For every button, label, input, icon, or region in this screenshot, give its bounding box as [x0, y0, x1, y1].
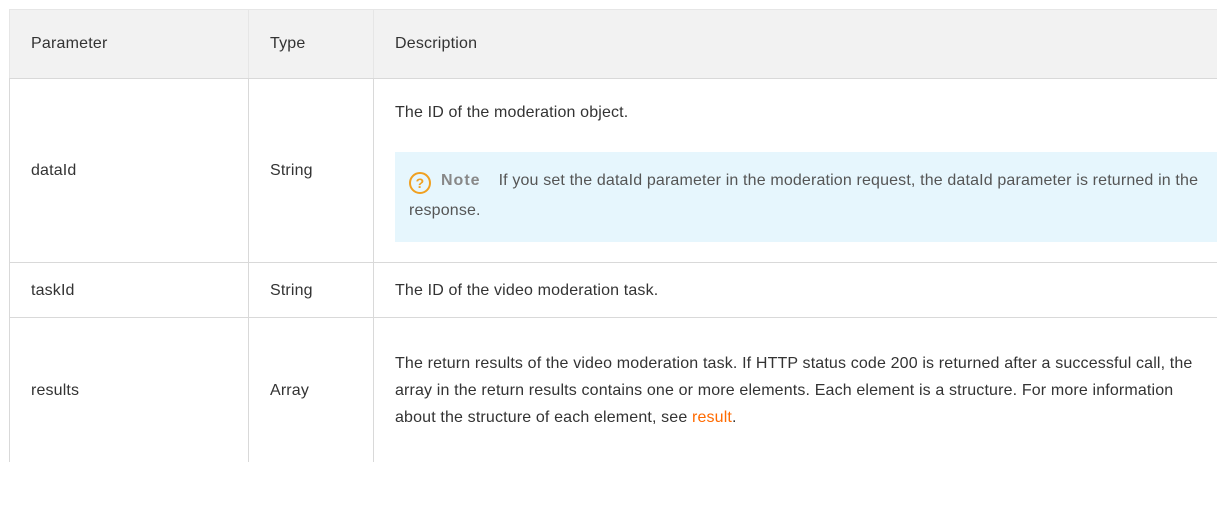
note-text: If you set the dataId parameter in the m…: [409, 172, 1199, 219]
cell-description: The return results of the video moderati…: [373, 317, 1217, 462]
table-row: taskId String The ID of the video modera…: [9, 262, 1217, 318]
description-end: .: [732, 408, 737, 426]
description-text: The return results of the video moderati…: [395, 354, 1193, 426]
table-header-row: Parameter Type Description: [9, 9, 1217, 79]
table-row: results Array The return results of the …: [9, 317, 1217, 462]
cell-parameter: dataId: [9, 78, 249, 263]
page: Parameter Type Description dataId String…: [0, 0, 1217, 508]
note-box: ? Note If you set the dataId parameter in …: [395, 152, 1217, 242]
question-circle-icon: ?: [409, 172, 431, 194]
cell-type: String: [248, 262, 374, 318]
table-row: dataId String The ID of the moderation o…: [9, 78, 1217, 263]
cell-type: Array: [248, 317, 374, 462]
description-text: The ID of the moderation object.: [395, 104, 629, 121]
parameters-table: Parameter Type Description dataId String…: [9, 9, 1217, 462]
cell-parameter: taskId: [9, 262, 249, 318]
header-parameter: Parameter: [9, 9, 249, 79]
cell-description: The ID of the moderation object. ? Note If…: [373, 78, 1217, 263]
cell-type: String: [248, 78, 374, 263]
header-type: Type: [248, 9, 374, 79]
cell-description: The ID of the video moderation task.: [373, 262, 1217, 318]
cell-parameter: results: [9, 317, 249, 462]
header-description: Description: [373, 9, 1217, 79]
result-link[interactable]: result: [692, 409, 732, 426]
note-title: Note: [441, 172, 481, 189]
